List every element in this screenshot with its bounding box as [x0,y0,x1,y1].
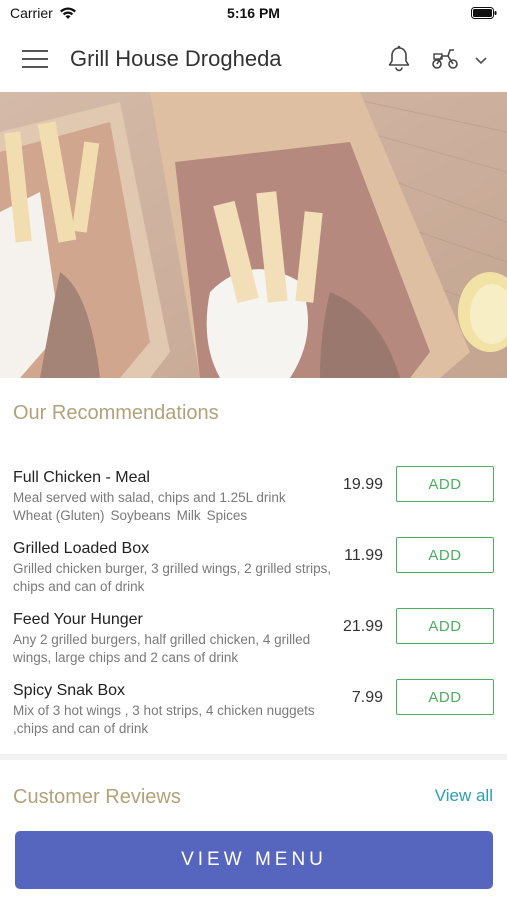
item-price: 21.99 [342,618,383,635]
item-description: Any 2 grilled burgers, half grilled chic… [13,632,311,665]
menu-item: Feed Your Hunger Any 2 grilled burgers, … [0,608,507,681]
allergen-tag: Soybeans [110,508,171,523]
allergen-tag: Milk [176,508,201,523]
item-price: 7.99 [351,689,383,706]
menu-icon [22,50,48,68]
menu-button[interactable] [22,50,48,70]
status-time: 5:16 PM [227,5,280,21]
status-bar: Carrier 5:16 PM [0,0,507,26]
section-divider [0,754,507,760]
add-button[interactable]: ADD [396,608,494,644]
battery-icon [471,7,497,19]
page-title: Grill House Drogheda [70,46,282,71]
item-name: Grilled Loaded Box [13,540,150,557]
item-allergens: Wheat (Gluten) Soybeans Milk Spices [13,507,333,525]
menu-item: Full Chicken - Meal Meal served with sal… [0,466,507,539]
notifications-button[interactable] [384,44,414,74]
item-description: Grilled chicken burger, 3 grilled wings,… [13,561,332,594]
view-menu-button[interactable]: VIEW MENU [15,831,493,889]
view-all-reviews-link[interactable]: View all [435,786,493,806]
allergen-tag: Spices [206,508,248,523]
add-button[interactable]: ADD [396,537,494,573]
app-header: Grill House Drogheda [0,26,507,92]
hero-food-image [0,92,507,378]
item-price: 11.99 [344,547,383,564]
reviews-title: Customer Reviews [13,786,181,808]
item-description: Mix of 3 hot wings , 3 hot strips, 4 chi… [13,703,315,736]
item-name: Feed Your Hunger [13,611,143,628]
menu-item: Spicy Snak Box Mix of 3 hot wings , 3 ho… [0,679,507,752]
scooter-icon [432,49,458,69]
item-name: Spicy Snak Box [13,682,126,699]
add-button[interactable]: ADD [396,679,494,715]
item-description: Meal served with salad, chips and 1.25L … [13,489,333,525]
hero-image [0,92,507,378]
recommendations-title: Our Recommendations [13,402,219,424]
bell-icon [388,45,410,72]
menu-item: Grilled Loaded Box Grilled chicken burge… [0,537,507,610]
item-description-text: Meal served with salad, chips and 1.25L … [13,490,286,505]
item-name: Full Chicken - Meal [13,469,150,486]
delivery-mode-selector[interactable] [428,46,490,74]
item-price: 19.99 [342,476,383,493]
add-button[interactable]: ADD [396,466,494,502]
allergen-tag: Wheat (Gluten) [13,508,105,523]
chevron-down-icon [475,57,487,65]
